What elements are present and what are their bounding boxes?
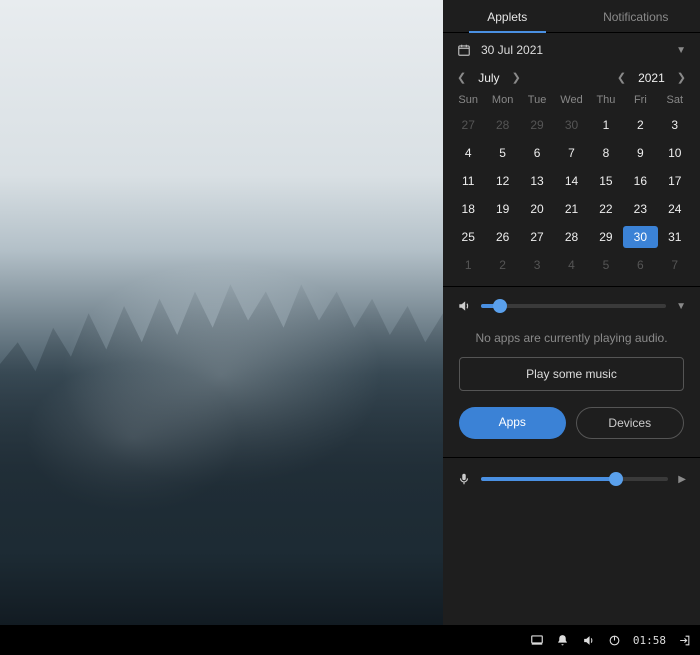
dow-label: Sat xyxy=(658,94,692,108)
next-month-button[interactable]: ❯ xyxy=(508,69,525,86)
no-apps-message: No apps are currently playing audio. xyxy=(457,313,686,357)
tray-power-icon[interactable] xyxy=(607,632,623,648)
tray-session-icon[interactable] xyxy=(676,632,692,648)
tray-notification-icon[interactable] xyxy=(555,632,571,648)
dow-label: Mon xyxy=(485,94,519,108)
volume-slider[interactable] xyxy=(481,304,666,308)
tray-display-icon[interactable] xyxy=(529,632,545,648)
calendar-day[interactable]: 15 xyxy=(589,170,623,192)
dow-label: Thu xyxy=(589,94,623,108)
calendar-day[interactable]: 29 xyxy=(520,114,554,136)
calendar-day[interactable]: 21 xyxy=(554,198,588,220)
calendar-day[interactable]: 3 xyxy=(658,114,692,136)
calendar-day[interactable]: 6 xyxy=(520,142,554,164)
apps-tab-button[interactable]: Apps xyxy=(459,407,566,439)
calendar-day[interactable]: 5 xyxy=(485,142,519,164)
calendar-day[interactable]: 27 xyxy=(451,114,485,136)
tray-volume-icon[interactable] xyxy=(581,632,597,648)
calendar-day[interactable]: 12 xyxy=(485,170,519,192)
panel-tabs: Applets Notifications xyxy=(443,0,700,33)
next-year-button[interactable]: ❯ xyxy=(673,69,690,86)
audio-section: ▼ No apps are currently playing audio. P… xyxy=(443,286,700,457)
calendar-day[interactable]: 1 xyxy=(451,254,485,276)
month-label: July xyxy=(478,71,499,85)
calendar-icon xyxy=(457,43,471,57)
calendar-day[interactable]: 20 xyxy=(520,198,554,220)
tab-applets[interactable]: Applets xyxy=(443,0,572,32)
calendar-day[interactable]: 11 xyxy=(451,170,485,192)
calendar-day[interactable]: 7 xyxy=(658,254,692,276)
date-display: 30 Jul 2021 xyxy=(481,43,543,57)
calendar-day[interactable]: 17 xyxy=(658,170,692,192)
mic-slider[interactable] xyxy=(481,477,668,481)
calendar-day[interactable]: 8 xyxy=(589,142,623,164)
dow-label: Sun xyxy=(451,94,485,108)
calendar-day[interactable]: 24 xyxy=(658,198,692,220)
taskbar-clock[interactable]: 01:58 xyxy=(633,634,666,647)
calendar-day[interactable]: 14 xyxy=(554,170,588,192)
prev-month-button[interactable]: ❮ xyxy=(453,69,470,86)
calendar-day[interactable]: 19 xyxy=(485,198,519,220)
devices-tab-button[interactable]: Devices xyxy=(576,407,685,439)
calendar-day[interactable]: 28 xyxy=(485,114,519,136)
calendar-day[interactable]: 23 xyxy=(623,198,657,220)
calendar-day[interactable]: 2 xyxy=(485,254,519,276)
calendar-day[interactable]: 2 xyxy=(623,114,657,136)
dow-label: Fri xyxy=(623,94,657,108)
calendar-day[interactable]: 30 xyxy=(554,114,588,136)
calendar-day[interactable]: 5 xyxy=(589,254,623,276)
calendar-day[interactable]: 1 xyxy=(589,114,623,136)
calendar-day[interactable]: 7 xyxy=(554,142,588,164)
calendar-day[interactable]: 27 xyxy=(520,226,554,248)
play-music-button[interactable]: Play some music xyxy=(459,357,684,391)
calendar-day[interactable]: 29 xyxy=(589,226,623,248)
calendar-day[interactable]: 10 xyxy=(658,142,692,164)
dow-label: Wed xyxy=(554,94,588,108)
prev-year-button[interactable]: ❮ xyxy=(613,69,630,86)
microphone-icon[interactable] xyxy=(457,472,471,486)
calendar-day[interactable]: 9 xyxy=(623,142,657,164)
calendar-day[interactable]: 25 xyxy=(451,226,485,248)
calendar-day[interactable]: 30 xyxy=(623,226,657,248)
speaker-icon[interactable] xyxy=(457,299,471,313)
calendar-day[interactable]: 16 xyxy=(623,170,657,192)
calendar-day[interactable]: 26 xyxy=(485,226,519,248)
mic-expand-icon[interactable]: ▶ xyxy=(678,474,686,485)
tab-notifications[interactable]: Notifications xyxy=(572,0,700,32)
calendar-day[interactable]: 4 xyxy=(554,254,588,276)
calendar-day[interactable]: 6 xyxy=(623,254,657,276)
calendar-day[interactable]: 13 xyxy=(520,170,554,192)
calendar-widget: ❮ July ❯ ❮ 2021 ❯ SunMonTueWedThuFriSat2… xyxy=(443,63,700,286)
date-header[interactable]: 30 Jul 2021 ▼ xyxy=(443,33,700,63)
calendar-day[interactable]: 18 xyxy=(451,198,485,220)
mic-section: ▶ xyxy=(443,457,700,498)
volume-dropdown-icon[interactable]: ▼ xyxy=(676,301,686,312)
calendar-day[interactable]: 4 xyxy=(451,142,485,164)
calendar-grid: SunMonTueWedThuFriSat2728293012345678910… xyxy=(451,94,692,276)
calendar-day[interactable]: 22 xyxy=(589,198,623,220)
desktop-wallpaper[interactable] xyxy=(0,0,443,625)
calendar-day[interactable]: 31 xyxy=(658,226,692,248)
calendar-day[interactable]: 3 xyxy=(520,254,554,276)
applet-panel: Applets Notifications 30 Jul 2021 ▼ ❮ Ju… xyxy=(443,0,700,625)
calendar-day[interactable]: 28 xyxy=(554,226,588,248)
dropdown-icon[interactable]: ▼ xyxy=(676,45,686,56)
taskbar: 01:58 xyxy=(0,625,700,655)
dow-label: Tue xyxy=(520,94,554,108)
year-label: 2021 xyxy=(638,71,665,85)
